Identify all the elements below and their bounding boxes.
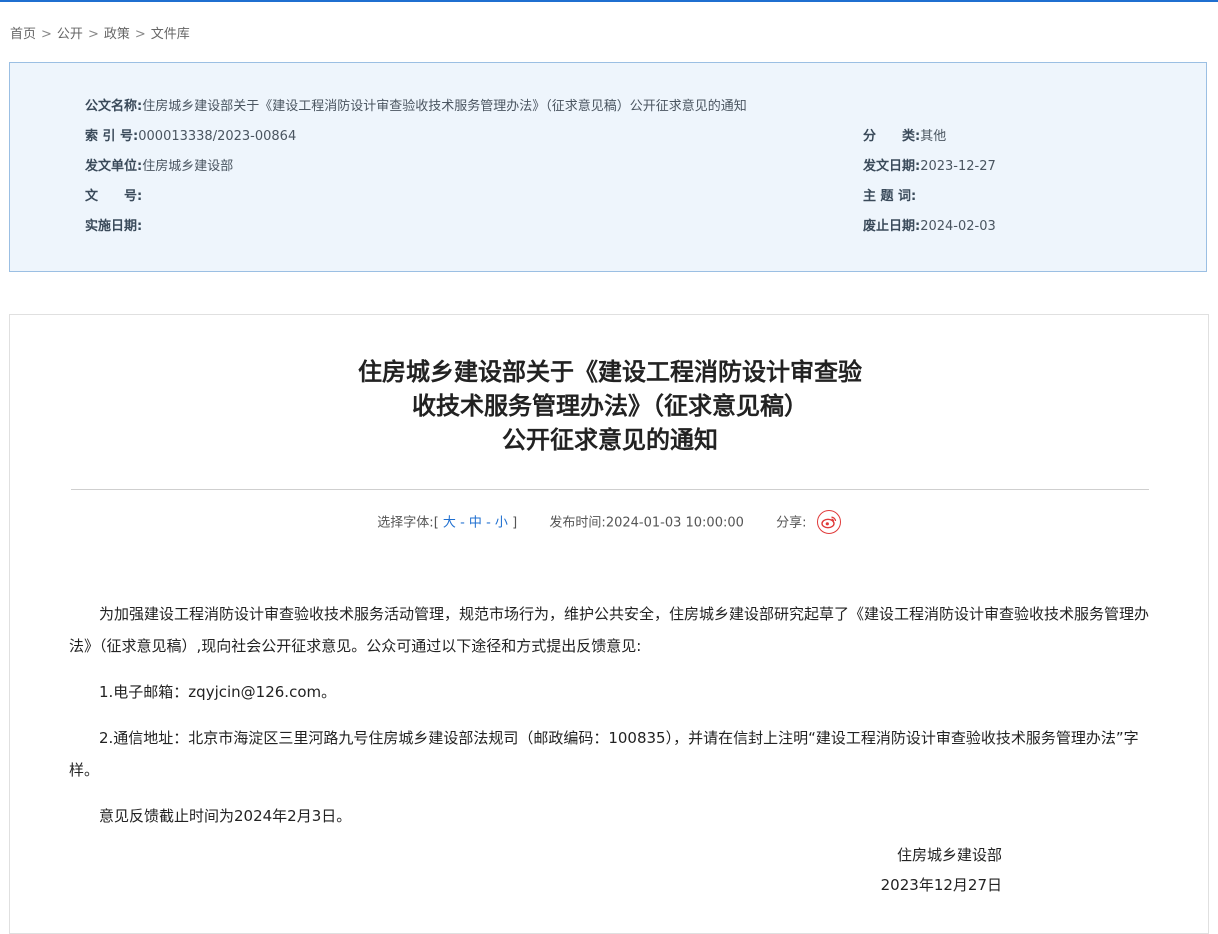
bracket-open: [ <box>433 515 439 531</box>
publish-time-label: 发布时间: <box>549 515 606 531</box>
signature-org: 住房城乡建设部 <box>896 846 1002 864</box>
breadcrumb-separator: > <box>87 27 99 42</box>
document-metadata-panel: 公文名称:住房城乡建设部关于《建设工程消防设计审查验收技术服务管理办法》（征求意… <box>9 62 1207 272</box>
meta-effective-date: 实施日期: <box>85 215 142 234</box>
breadcrumb-library[interactable]: 文件库 <box>151 27 190 42</box>
article-title-line: 收技术服务管理办法》（征求意见稿） <box>412 392 808 420</box>
meta-expire-date-label: 废止日期: <box>863 219 921 234</box>
meta-index: 索 引 号:000013338/2023-00864 <box>85 125 296 144</box>
publish-time-value: 2024-01-03 10:00:00 <box>605 515 744 531</box>
meta-doc-no-label: 文 号: <box>85 189 143 204</box>
breadcrumb: 首页 > 公开 > 政策 > 文件库 <box>10 23 190 42</box>
breadcrumb-public[interactable]: 公开 <box>57 27 83 42</box>
meta-index-value: 000013338/2023-00864 <box>138 129 297 144</box>
font-size-separator: - <box>486 515 491 531</box>
font-size-medium-button[interactable]: 中 <box>469 516 482 531</box>
meta-doc-name-label: 公文名称: <box>85 99 143 114</box>
signature-date: 2023年12月27日 <box>880 876 1002 894</box>
meta-issuer-label: 发文单位: <box>85 159 143 174</box>
article-info-bar: 选择字体:[ 大 - 中 - 小 ] 发布时间:2024-01-03 10:00… <box>10 510 1208 535</box>
bracket-close: ] <box>512 515 518 531</box>
article-title: 住房城乡建设部关于《建设工程消防设计审查验 收技术服务管理办法》（征求意见稿） … <box>70 355 1150 457</box>
body-paragraph: 为加强建设工程消防设计审查验收技术服务活动管理，规范市场行为，维护公共安全，住房… <box>69 605 1150 655</box>
font-size-separator: - <box>460 515 465 531</box>
meta-issue-date-value: 2023-12-27 <box>920 159 996 174</box>
font-size-large-button[interactable]: 大 <box>443 516 456 531</box>
meta-issuer-value: 住房城乡建设部 <box>142 159 234 174</box>
body-paragraph-address: 2.通信地址：北京市海淀区三里河路九号住房城乡建设部法规司（邮政编码：10083… <box>69 729 1139 779</box>
meta-expire-date-value: 2024-02-03 <box>920 219 996 234</box>
meta-expire-date: 废止日期:2024-02-03 <box>863 215 996 234</box>
meta-subject: 主 题 词: <box>863 185 916 204</box>
meta-issue-date-label: 发文日期: <box>863 159 921 174</box>
breadcrumb-separator: > <box>41 27 52 42</box>
title-divider <box>71 489 1149 490</box>
meta-doc-no: 文 号: <box>85 185 142 204</box>
meta-category: 分 类:其他 <box>863 125 946 144</box>
breadcrumb-policy[interactable]: 政策 <box>104 27 130 42</box>
breadcrumb-home[interactable]: 首页 <box>10 27 36 42</box>
body-paragraph-email: 1.电子邮箱：zqyjcin@126.com。 <box>99 683 337 701</box>
meta-index-label: 索 引 号: <box>85 129 139 144</box>
meta-subject-label: 主 题 词: <box>863 189 917 204</box>
font-size-small-button[interactable]: 小 <box>495 516 508 531</box>
breadcrumb-separator: > <box>134 27 146 42</box>
article-panel: 住房城乡建设部关于《建设工程消防设计审查验 收技术服务管理办法》（征求意见稿） … <box>9 314 1209 934</box>
meta-doc-name-value: 住房城乡建设部关于《建设工程消防设计审查验收技术服务管理办法》（征求意见稿）公开… <box>142 99 747 114</box>
meta-issue-date: 发文日期:2023-12-27 <box>863 155 996 174</box>
meta-issuer: 发文单位:住房城乡建设部 <box>85 155 233 174</box>
meta-category-label: 分 类: <box>863 129 921 144</box>
body-paragraph-deadline: 意见反馈截止时间为2024年2月3日。 <box>99 807 352 825</box>
meta-effective-date-label: 实施日期: <box>85 219 143 234</box>
meta-category-value: 其他 <box>920 129 947 144</box>
top-accent-line <box>0 0 1218 2</box>
share-label: 分享: <box>776 515 807 531</box>
article-title-line: 住房城乡建设部关于《建设工程消防设计审查验 <box>358 358 862 386</box>
meta-doc-name: 公文名称:住房城乡建设部关于《建设工程消防设计审查验收技术服务管理办法》（征求意… <box>85 95 747 114</box>
article-title-line: 公开征求意见的通知 <box>502 426 718 454</box>
font-size-label: 选择字体: <box>377 515 434 531</box>
article-body: 为加强建设工程消防设计审查验收技术服务活动管理，规范市场行为，维护公共安全，住房… <box>69 598 1151 846</box>
weibo-icon[interactable] <box>816 510 841 534</box>
